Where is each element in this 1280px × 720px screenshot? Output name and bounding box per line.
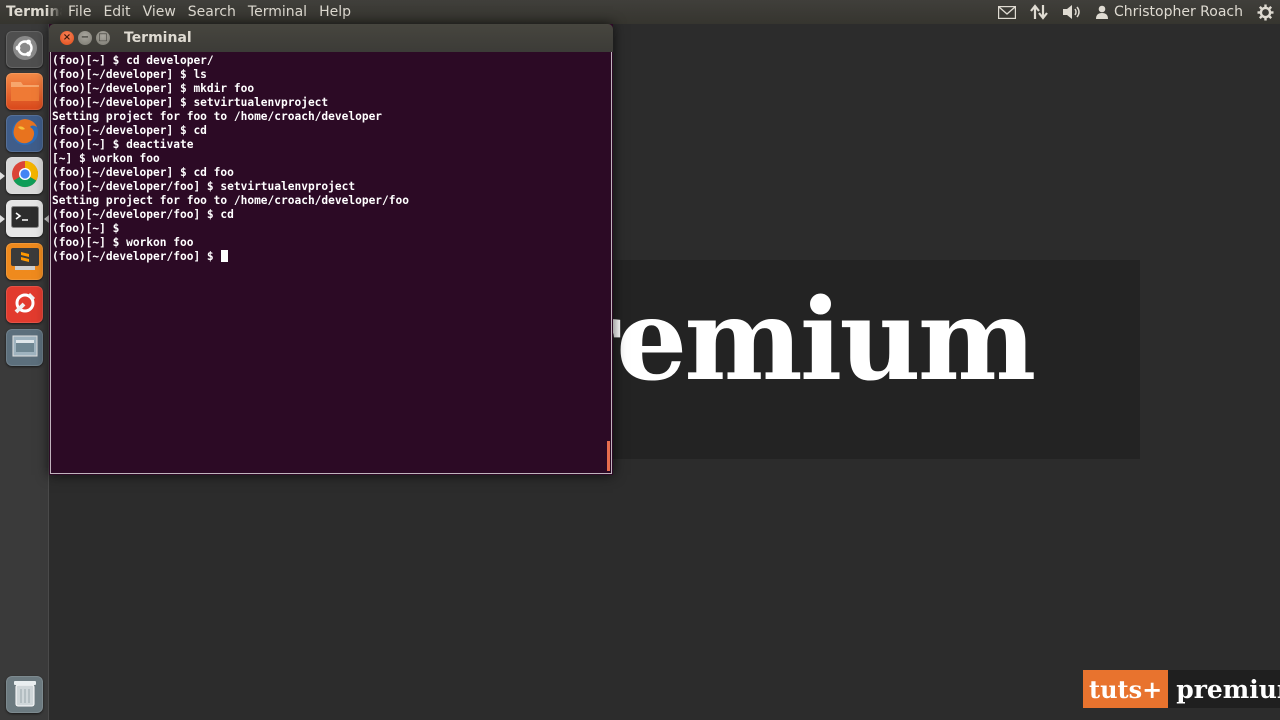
terminal-line: (foo)[~] $ workon foo	[52, 236, 194, 249]
terminal-line: (foo)[~] $ deactivate	[52, 138, 194, 151]
text-cursor	[221, 250, 229, 262]
launcher-item-files[interactable]	[6, 73, 43, 110]
user-name: Christopher Roach	[1113, 4, 1243, 20]
ubuntu-logo-icon	[12, 35, 38, 65]
menu-file[interactable]: File	[62, 4, 97, 20]
window-title: Terminal	[124, 30, 192, 46]
launcher-item-chrome[interactable]	[6, 157, 43, 194]
close-icon[interactable]: ×	[60, 31, 74, 45]
terminal-line: (foo)[~/developer/foo] $ cd	[52, 208, 234, 221]
terminal-line: Setting project for foo to /home/croach/…	[52, 110, 383, 123]
terminal-line: (foo)[~] $	[52, 222, 120, 235]
brand-premium: premium	[1168, 670, 1280, 708]
top-panel: Terminal File Edit View Search Terminal …	[0, 0, 1280, 24]
menu-edit[interactable]: Edit	[97, 4, 136, 20]
menu-view[interactable]: View	[137, 4, 182, 20]
maximize-icon[interactable]: □	[96, 31, 110, 45]
terminal-line: (foo)[~/developer] $ cd foo	[52, 166, 234, 179]
trash-icon	[13, 679, 37, 711]
user-menu[interactable]: Christopher Roach	[1095, 4, 1243, 20]
firefox-icon	[10, 117, 40, 151]
brand-tuts: tuts+	[1083, 670, 1169, 708]
mail-icon[interactable]	[997, 5, 1016, 19]
launcher-item-dash[interactable]	[6, 31, 43, 68]
network-icon[interactable]	[1030, 4, 1048, 20]
window-titlebar[interactable]: × − □ Terminal	[49, 24, 613, 52]
terminal-output[interactable]: (foo)[~] $ cd developer/ (foo)[~/develop…	[50, 52, 612, 474]
volume-icon[interactable]	[1062, 4, 1082, 20]
indicator-area: Christopher Roach	[984, 0, 1280, 24]
running-indicator	[0, 215, 5, 223]
chrome-icon	[10, 159, 40, 193]
launcher-item-terminal[interactable]	[6, 200, 43, 237]
workspace-switcher-icon	[12, 335, 38, 361]
wallpaper-text: remium	[560, 275, 1036, 406]
menu-help[interactable]: Help	[313, 4, 357, 20]
terminal-line: (foo)[~/developer] $ setvirtualenvprojec…	[52, 96, 329, 109]
terminal-line: Setting project for foo to /home/croach/…	[52, 194, 409, 207]
tuts-premium-logo: tuts+ premium	[1083, 670, 1280, 708]
sublime-icon	[10, 247, 39, 276]
terminal-prompt-line[interactable]: (foo)[~/developer/foo] $	[52, 250, 611, 264]
active-app-name: Terminal	[6, 4, 62, 20]
scrollbar[interactable]	[607, 441, 610, 471]
gear-icon[interactable]	[1257, 4, 1274, 21]
menu-terminal[interactable]: Terminal	[242, 4, 313, 20]
terminal-window: × − □ Terminal (foo)[~] $ cd developer/ …	[49, 24, 613, 475]
terminal-prompt: (foo)[~/developer/foo] $	[52, 250, 221, 263]
minimize-icon[interactable]: −	[78, 31, 92, 45]
launcher-item-firefox[interactable]	[6, 115, 43, 152]
terminal-line: (foo)[~] $ cd developer/	[52, 54, 214, 67]
terminal-line: (foo)[~/developer] $ ls	[52, 68, 207, 81]
global-menu: File Edit View Search Terminal Help	[62, 4, 357, 20]
terminal-line: [~] $ workon foo	[52, 152, 160, 165]
terminal-line: (foo)[~/developer/foo] $ setvirtualenvpr…	[52, 180, 356, 193]
running-indicator	[0, 172, 5, 180]
launcher	[0, 24, 49, 720]
launcher-item-sublime[interactable]	[6, 243, 43, 280]
launcher-item-workspaces[interactable]	[6, 329, 43, 366]
launcher-item-settings[interactable]	[6, 286, 43, 323]
launcher-item-trash[interactable]	[6, 676, 43, 713]
user-icon	[1095, 5, 1108, 19]
terminal-line: (foo)[~/developer] $ cd	[52, 124, 207, 137]
system-settings-icon	[11, 289, 39, 321]
terminal-line: (foo)[~/developer] $ mkdir foo	[52, 82, 255, 95]
menu-search[interactable]: Search	[182, 4, 242, 20]
terminal-icon	[10, 205, 39, 232]
folder-icon	[10, 78, 40, 106]
